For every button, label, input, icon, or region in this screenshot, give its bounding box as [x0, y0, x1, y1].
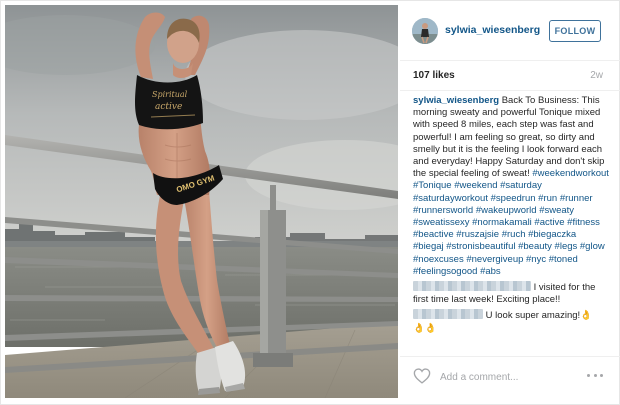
- more-options-icon[interactable]: [587, 374, 603, 380]
- post-meta: 107 likes 2w: [400, 61, 620, 91]
- follow-button[interactable]: FOLLOW: [549, 20, 601, 42]
- dot: [593, 374, 597, 377]
- comment-item: I visited for the first time last week! …: [413, 281, 609, 306]
- comment-text: U look super amazing!: [485, 310, 581, 322]
- comments-list[interactable]: sylwia_wiesenberg Back To Business: This…: [413, 95, 609, 353]
- photo-scene: Spiritual active OMO GYM: [5, 5, 398, 398]
- svg-text:active: active: [155, 102, 182, 112]
- comment-item: U look super amazing!👌 👌👌: [413, 309, 609, 334]
- dot: [600, 374, 603, 377]
- add-comment-input[interactable]: [440, 368, 580, 386]
- caption-username[interactable]: sylwia_wiesenberg: [413, 95, 499, 106]
- likes-count[interactable]: 107 likes: [413, 70, 455, 81]
- ok-hand-emoji: 👌: [580, 310, 593, 322]
- post-age[interactable]: 2w: [590, 70, 603, 81]
- caption-text: Back To Business: This morning sweaty an…: [413, 95, 605, 180]
- add-comment-bar: [400, 356, 620, 405]
- caption: sylwia_wiesenberg Back To Business: This…: [413, 95, 609, 278]
- svg-text:Spiritual: Spiritual: [152, 90, 188, 99]
- post-details-panel: sylwia_wiesenberg FOLLOW 107 likes 2w sy…: [400, 1, 620, 405]
- user-avatar[interactable]: [412, 18, 438, 44]
- instagram-post: Spiritual active OMO GYM sylwia_wiesenbe…: [0, 0, 620, 405]
- avatar-image: [412, 18, 438, 44]
- ok-hand-emoji-line: 👌👌: [413, 322, 437, 334]
- post-header: sylwia_wiesenberg FOLLOW: [400, 1, 620, 61]
- heart-icon[interactable]: [413, 368, 431, 384]
- redacted-username: [413, 309, 483, 320]
- dot: [587, 374, 590, 377]
- header-username[interactable]: sylwia_wiesenberg: [445, 24, 540, 36]
- redacted-username: [413, 281, 531, 292]
- caption-hashtags[interactable]: #weekendworkout #Tonique #weekend #satur…: [413, 168, 609, 277]
- post-photo[interactable]: Spiritual active OMO GYM: [5, 5, 398, 398]
